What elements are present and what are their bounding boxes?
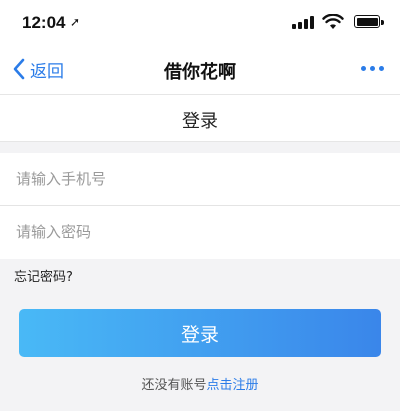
nav-bar: 返回 借你花啊 (0, 44, 400, 94)
login-form (0, 153, 400, 259)
nav-title: 借你花啊 (164, 62, 236, 83)
battery-icon (354, 15, 384, 28)
password-field-wrapper (0, 206, 400, 258)
page-header: 登录 (0, 94, 400, 142)
page-title: 登录 (182, 111, 218, 132)
more-icon[interactable] (361, 66, 384, 71)
phone-input[interactable] (0, 153, 400, 205)
register-link[interactable]: 点击注册 (207, 378, 259, 393)
signal-icon (292, 16, 314, 29)
password-input[interactable] (0, 206, 400, 258)
register-prompt: 还没有账号 (141, 378, 207, 393)
wifi-icon (322, 14, 344, 29)
phone-field-wrapper (0, 153, 400, 205)
location-arrow-icon: ➚ (70, 15, 81, 29)
register-line: 还没有账号点击注册 (0, 374, 400, 393)
status-bar: 12:04 ➚ (0, 0, 400, 44)
login-button[interactable]: 登录 (19, 309, 381, 357)
forgot-password-link[interactable]: 忘记密码? (14, 266, 73, 285)
status-time: 12:04 (22, 13, 66, 32)
